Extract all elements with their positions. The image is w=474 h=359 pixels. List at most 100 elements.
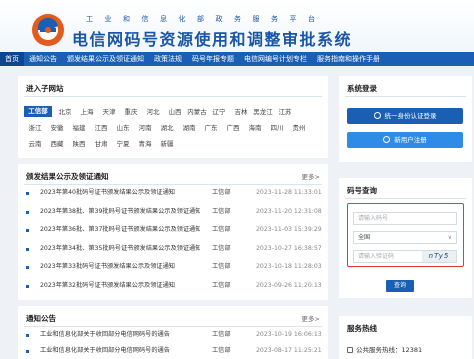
item-title[interactable]: 2023年第40批码号证书颁发结果公示及领证通知 bbox=[40, 186, 200, 200]
item-dept: 工信部 bbox=[212, 207, 231, 215]
captcha-image[interactable]: nTy5 bbox=[422, 251, 456, 262]
subsites-list: 工信部 北京 上海 天津 重庆 河北 山西 内蒙古 辽宁 吉林 黑龙江 江苏 浙江 安徽 福建 江西 山东 河南湖… bbox=[24, 103, 324, 151]
list-item[interactable]: 2023年第40批码号证书颁发结果公示及领证通知 工信部 2023-11-28 11… bbox=[26, 186, 322, 200]
subsite-link[interactable]: 辽宁 bbox=[208, 106, 230, 116]
divider bbox=[24, 326, 322, 327]
subsite-link[interactable]: 甘肃 bbox=[90, 138, 112, 148]
subsite-link[interactable]: 安徽 bbox=[46, 122, 68, 132]
subsite-link[interactable]: 北京 bbox=[54, 106, 76, 116]
subsite-link[interactable]: 新疆 bbox=[156, 138, 178, 148]
subsite-link[interactable]: 湖北 bbox=[156, 122, 178, 132]
subsite-row: 浙江 安徽 福建 江西 山东 河南 湖北 湖南 广东 广西 海南 四川 贵州 bbox=[24, 119, 324, 135]
subsite-link[interactable]: 广东 bbox=[200, 122, 222, 132]
nav-policies[interactable]: 政策法规 bbox=[149, 52, 187, 66]
login-panel: 系统登录 统一身份认证登录 新用户注册 bbox=[339, 76, 472, 162]
site-header: 工业和信息化部政务服务平台 电信网码号资源使用和调整审批系统 bbox=[0, 0, 474, 52]
register-button[interactable]: 新用户注册 bbox=[347, 132, 463, 148]
subsite-link[interactable]: 内蒙古 bbox=[186, 106, 208, 116]
item-time: 2023-10-27 16:38:57 bbox=[256, 244, 322, 252]
code-placeholder: 请输入码号 bbox=[358, 215, 389, 222]
nav-results[interactable]: 颁发结果公示及领证通知 bbox=[62, 52, 149, 66]
subsite-link[interactable]: 四川 bbox=[266, 122, 288, 132]
subsite-link[interactable]: 吉林 bbox=[230, 106, 252, 116]
subsite-link[interactable]: 浙江 bbox=[24, 122, 46, 132]
subsites-title: 进入子网站 bbox=[26, 84, 64, 93]
subsite-link[interactable]: 山东 bbox=[112, 122, 134, 132]
subsite-link[interactable]: 河北 bbox=[142, 106, 164, 116]
region-select[interactable]: 全国 ∨ bbox=[353, 231, 457, 244]
item-dept: 工信部 bbox=[212, 226, 231, 233]
list-item[interactable]: 2023年第36批、第37批码号证书颁发结果公示及领证通知 工信部 2023-11-… bbox=[26, 223, 322, 237]
query-title: 码号查询 bbox=[347, 186, 377, 195]
results-panel: 颁发结果公示及领证通知 更多> 2023年第40批码号证书颁发结果公示及领证通知… bbox=[18, 164, 328, 300]
item-time: 2023-11-28 11:33:01 bbox=[256, 189, 322, 196]
main-nav: 首页 通知公告 颁发结果公示及领证通知 政策法规 码号年报专题 电信网编号计划专… bbox=[0, 52, 474, 66]
list-item[interactable]: 2023年第38批、第39批码号证书颁发结果公示及领证通知 工信部 2023-11-… bbox=[26, 205, 322, 219]
subsite-link[interactable]: 贵州 bbox=[288, 122, 310, 132]
list-item[interactable]: 2023年第33批码号证书颁发结果公示及领证通知 工信部 2023-10-18 11… bbox=[26, 260, 322, 274]
captcha-input[interactable]: 请输入验证码 nTy5 bbox=[353, 250, 457, 263]
subsite-link[interactable]: 天津 bbox=[98, 106, 120, 116]
code-input[interactable]: 请输入码号 bbox=[353, 212, 457, 225]
notices-panel: 通知公告 更多> 工业和信息化部关于收回部分电信网码号的通告 工信部 2023-10… bbox=[18, 306, 328, 359]
list-item[interactable]: 2023年第34批、第35批码号证书颁发结果公示及领证通知 工信部 2023-10-… bbox=[26, 242, 322, 256]
subsite-link[interactable]: 青海 bbox=[134, 138, 156, 148]
subsite-link[interactable]: 江苏 bbox=[274, 106, 296, 116]
subsite-link[interactable]: 福建 bbox=[68, 122, 90, 132]
hotline-text: 公共服务热线：12381 bbox=[347, 344, 422, 354]
query-button[interactable]: 查询 bbox=[386, 280, 414, 292]
hotline-number: 公共服务热线：12381 bbox=[356, 346, 423, 354]
site-title: 电信网码号资源使用和调整审批系统 bbox=[72, 30, 353, 49]
divider bbox=[24, 96, 322, 97]
subsite-link[interactable]: 云南 bbox=[24, 138, 46, 148]
item-title[interactable]: 工业和信息化部关于收回部分电信网码号的通告 bbox=[40, 344, 200, 358]
notices-title: 通知公告 bbox=[26, 314, 56, 323]
query-panel: 码号查询 请输入码号 全国 ∨ 请输入验证码 nTy5 查询 bbox=[339, 178, 472, 298]
results-title: 颁发结果公示及领证通知 bbox=[26, 172, 109, 181]
list-item[interactable]: 工业和信息化部关于收回部分电信网码号的通告 工信部 2023-10-19 16:06… bbox=[26, 328, 322, 342]
item-time: 2023-09-26 11:20:13 bbox=[256, 281, 322, 289]
item-title[interactable]: 工业和信息化部关于收回部分电信网码号的通告 bbox=[40, 328, 200, 342]
subsites-panel: 进入子网站 工信部 北京 上海 天津 重庆 河北 山西 内蒙古 辽宁 吉林 黑龙江 江苏浙江 安徽 福建江… bbox=[18, 76, 328, 158]
list-item[interactable]: 工业和信息化部关于收回部分电信网码号的通告 工信部 2023-08-17 11:25… bbox=[26, 344, 322, 358]
bullet-icon bbox=[26, 247, 29, 251]
results-more-link[interactable]: 更多> bbox=[302, 171, 320, 181]
bullet-icon bbox=[26, 266, 29, 269]
subsite-link[interactable]: 黑龙江 bbox=[252, 106, 274, 116]
subsite-link[interactable]: 河南 bbox=[134, 122, 156, 132]
bullet-icon bbox=[26, 229, 29, 232]
subsite-row: 云南 西藏 陕西 甘肃 宁夏 青海 新疆 bbox=[24, 135, 324, 151]
subsite-link[interactable]: 江西 bbox=[90, 122, 112, 132]
item-dept: 工信部 bbox=[212, 347, 231, 354]
list-item[interactable]: 2023年第32批码号证书颁发结果公示及领证通知 工信部 2023-09-26 11… bbox=[26, 279, 322, 293]
nav-numbering-plan[interactable]: 电信网编号计划专栏 bbox=[239, 52, 312, 66]
item-title[interactable]: 2023年第33批码号证书颁发结果公示及领证通知 bbox=[40, 260, 200, 274]
captcha-placeholder: 请输入验证码 bbox=[358, 253, 395, 260]
nav-annual-report[interactable]: 码号年报专题 bbox=[187, 52, 239, 66]
unified-login-button[interactable]: 统一身份认证登录 bbox=[347, 108, 463, 124]
subsite-link[interactable]: 山西 bbox=[164, 106, 186, 116]
nav-guide[interactable]: 服务指南和操作手册 bbox=[312, 52, 385, 66]
bullet-icon bbox=[26, 284, 29, 288]
subsite-link[interactable]: 湖南 bbox=[178, 122, 200, 132]
notices-more-link[interactable]: 更多> bbox=[302, 313, 320, 323]
item-title[interactable]: 2023年第34批、第35批码号证书颁发结果公示及领证通知 bbox=[40, 242, 200, 256]
subsite-link[interactable]: 重庆 bbox=[120, 106, 142, 116]
item-title[interactable]: 2023年第32批码号证书颁发结果公示及领证通知 bbox=[40, 279, 200, 293]
subsite-link[interactable]: 宁夏 bbox=[112, 138, 134, 148]
item-time: 2023-11-20 12:31:08 bbox=[256, 207, 322, 215]
item-dept: 工信部 bbox=[212, 189, 231, 196]
hotline-panel: 服务热线 公共服务热线：12381 bbox=[339, 316, 472, 359]
subsite-link[interactable]: 陕西 bbox=[68, 138, 90, 148]
subsite-link[interactable]: 工信部 bbox=[24, 105, 52, 117]
subsite-link[interactable]: 西藏 bbox=[46, 138, 68, 148]
subsite-link[interactable]: 上海 bbox=[76, 106, 98, 116]
nav-notices[interactable]: 通知公告 bbox=[24, 52, 62, 66]
item-title[interactable]: 2023年第36批、第37批码号证书颁发结果公示及领证通知 bbox=[40, 223, 200, 237]
nav-home[interactable]: 首页 bbox=[0, 52, 24, 66]
item-title[interactable]: 2023年第38批、第39批码号证书颁发结果公示及领证通知 bbox=[40, 205, 200, 219]
item-time: 2023-10-19 16:06:13 bbox=[256, 331, 322, 338]
subsite-link[interactable]: 海南 bbox=[244, 122, 266, 132]
region-value: 全国 bbox=[358, 234, 371, 241]
subsite-link[interactable]: 广西 bbox=[222, 122, 244, 132]
